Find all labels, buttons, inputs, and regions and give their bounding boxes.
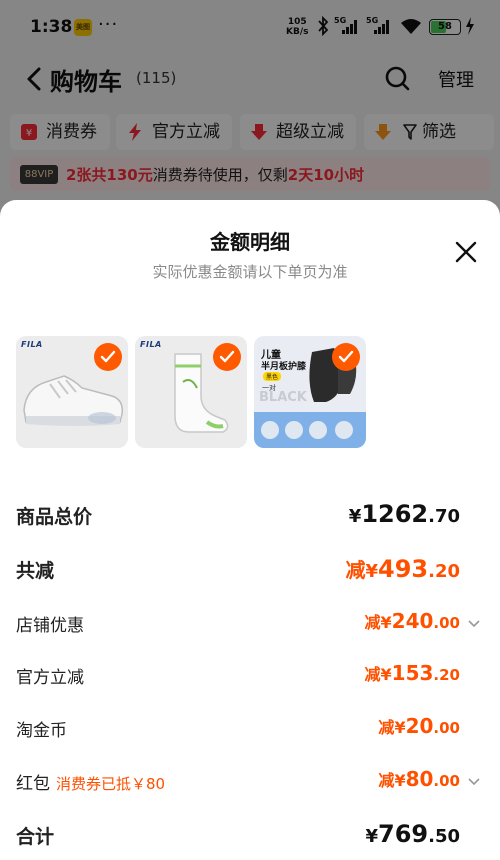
- price-integer: 493: [378, 555, 429, 583]
- row-label: 合计: [16, 826, 55, 848]
- grand-total-value: ¥769.50: [365, 820, 460, 848]
- discount-prefix: 减: [364, 665, 381, 684]
- row-label: 官方立减: [16, 668, 84, 688]
- price-decimal: .50: [428, 826, 460, 847]
- row-label: 商品总价: [16, 506, 93, 528]
- currency-symbol: ¥: [394, 718, 406, 737]
- sheet-subtitle: 实际优惠金额请以下单页为准: [152, 263, 348, 281]
- row-label: 淘金币: [16, 721, 67, 741]
- price-integer: 769: [378, 820, 429, 848]
- taobao-coin-value: 减¥20.00: [378, 714, 460, 738]
- goods-total-value: ¥1262.70: [349, 500, 460, 528]
- chevron-down-icon[interactable]: [468, 778, 480, 786]
- row-label: 店铺优惠: [16, 616, 84, 636]
- product-thumbnails: FILA FILA 儿童 半月板护膝 黑色 一对 BLACK: [16, 336, 376, 448]
- price-decimal: .70: [428, 506, 460, 527]
- currency-symbol: ¥: [365, 826, 378, 847]
- discount-prefix: 减: [378, 771, 395, 790]
- price-decimal: .20: [428, 561, 460, 582]
- shop-discount-value: 减¥240.00: [365, 609, 460, 633]
- chevron-down-icon[interactable]: [468, 620, 480, 628]
- price-integer: 1262: [361, 500, 429, 528]
- price-decimal: .20: [433, 666, 460, 684]
- currency-symbol: ¥: [380, 665, 392, 684]
- row-official-discount: 官方立减 减¥153.20: [0, 660, 500, 692]
- total-discount-value: 减¥493.20: [345, 554, 460, 583]
- price-detail-sheet: 金额明细 实际优惠金额请以下单页为准 FILA FILA 儿童 半月板护膝 黑色…: [0, 200, 500, 860]
- product-thumbnail-knee-pad[interactable]: 儿童 半月板护膝 黑色 一对 BLACK: [254, 336, 366, 448]
- row-goods-total: 商品总价 ¥1262.70: [0, 500, 500, 536]
- official-discount-value: 减¥153.20: [365, 661, 460, 685]
- price-integer: 80: [405, 767, 434, 791]
- row-label: 红包: [16, 774, 50, 794]
- row-shop-discount[interactable]: 店铺优惠 减¥240.00: [0, 608, 500, 640]
- coupon-applied-tag: 消费券已抵￥80: [56, 775, 166, 793]
- discount-prefix: 减: [345, 558, 366, 582]
- price-integer: 240: [391, 609, 434, 633]
- price-integer: 20: [405, 714, 434, 738]
- product-thumbnail-sneaker[interactable]: FILA: [16, 336, 128, 448]
- red-packet-value: 减¥80.00: [378, 767, 460, 791]
- row-label: 共减: [16, 560, 55, 582]
- checked-icon[interactable]: [94, 343, 122, 371]
- row-total-discount: 共减 减¥493.20: [0, 554, 500, 590]
- currency-symbol: ¥: [394, 771, 406, 790]
- row-red-packet[interactable]: 红包 消费券已抵￥80 减¥80.00: [0, 766, 500, 798]
- discount-prefix: 减: [378, 718, 395, 737]
- row-grand-total: 合计 ¥769.50: [0, 818, 500, 858]
- price-decimal: .00: [433, 772, 460, 790]
- price-decimal: .00: [433, 719, 460, 737]
- row-taobao-coin: 淘金币 减¥20.00: [0, 713, 500, 745]
- sheet-title: 金额明细: [210, 230, 290, 254]
- price-decimal: .00: [433, 614, 460, 632]
- red-packet-label-group: 红包 消费券已抵￥80: [16, 769, 165, 794]
- checked-icon[interactable]: [213, 343, 241, 371]
- checked-icon[interactable]: [332, 343, 360, 371]
- price-integer: 153: [391, 661, 434, 685]
- currency-symbol: ¥: [348, 506, 362, 527]
- close-icon[interactable]: [454, 240, 478, 264]
- product-thumbnail-sock[interactable]: FILA: [135, 336, 247, 448]
- currency-symbol: ¥: [365, 561, 378, 582]
- currency-symbol: ¥: [380, 613, 392, 632]
- discount-prefix: 减: [364, 613, 381, 632]
